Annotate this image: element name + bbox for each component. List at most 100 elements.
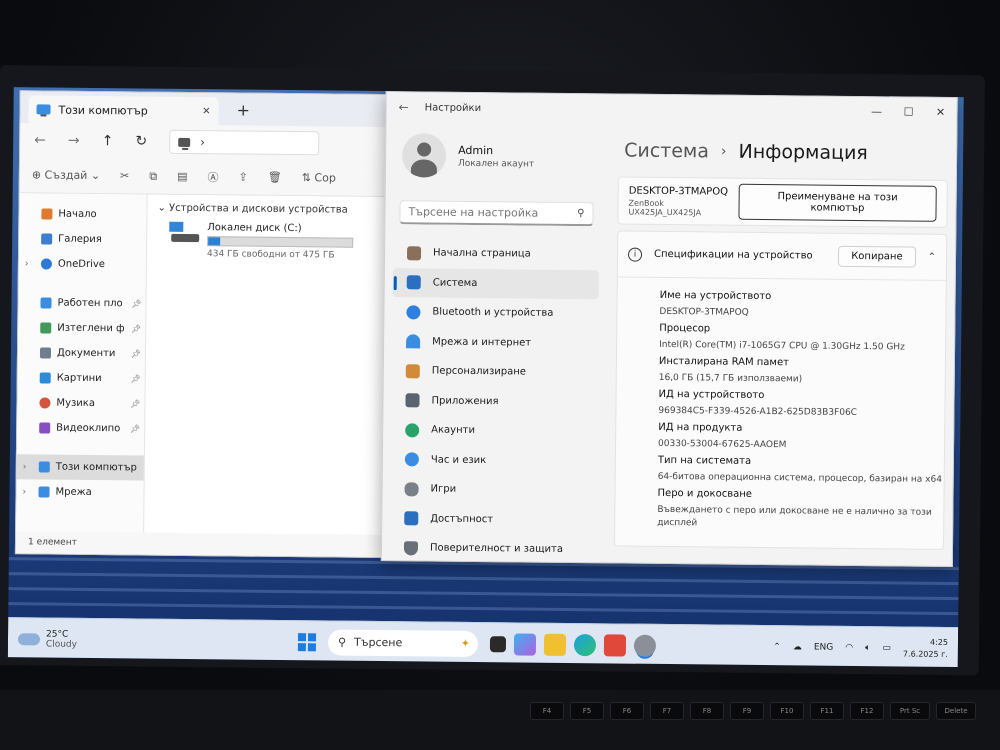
settings-gear-icon[interactable] <box>633 634 657 657</box>
shield-icon <box>403 541 419 556</box>
address-chevron-icon[interactable]: › <box>200 135 205 149</box>
drive-info: Локален диск (C:) 434 ГБ свободни от 475… <box>207 222 355 261</box>
chevron-right-icon[interactable]: › <box>22 487 26 497</box>
taskbar-search[interactable]: ⚲ Търсене ✦ <box>327 628 479 657</box>
nav-item-label: Приложения <box>431 395 499 407</box>
device-specs-card: i Спецификации на устройство Копиране ⌃ … <box>613 230 948 550</box>
sidebar-item-home[interactable]: Начало <box>19 201 146 227</box>
sidebar-item-pictures[interactable]: Картини 📌︎ <box>18 365 145 391</box>
rename-icon[interactable]: Ⓐ <box>207 169 218 185</box>
sidebar-item-music[interactable]: Музика 📌︎ <box>17 390 144 416</box>
sidebar-item-label: OneDrive <box>57 258 106 271</box>
rename-pc-button[interactable]: Преименуване на този компютър <box>738 183 937 222</box>
nav-item-accounts[interactable]: Акаунти <box>391 415 597 447</box>
settings-search-input[interactable] <box>408 205 569 220</box>
nav-item-accessibility[interactable]: Достъпност <box>390 504 596 536</box>
home-icon <box>41 208 53 220</box>
address-bar[interactable]: › <box>169 129 320 156</box>
nav-item-label: Поверителност и защита <box>429 542 564 556</box>
back-icon[interactable]: ← <box>399 100 409 114</box>
refresh-icon[interactable]: ↻ <box>135 133 147 149</box>
new-button[interactable]: ⊕ Създай ⌄ <box>32 168 100 182</box>
volume-icon[interactable]: 🔈︎ <box>865 643 871 653</box>
nav-item-home[interactable]: Начална страница <box>393 238 599 270</box>
explorer-tab[interactable]: Този компютър ✕ <box>28 95 219 126</box>
nav-item-label: Мрежа и интернет <box>432 336 532 349</box>
nav-item-label: Час и език <box>430 454 487 466</box>
account-card[interactable]: Admin Локален акаунт <box>394 122 601 190</box>
minimize-icon[interactable]: — <box>860 97 892 125</box>
close-icon[interactable]: ✕ <box>924 98 956 126</box>
file-explorer-window: Този компютър ✕ + ← → ↑ ↻ › ⊕ Създай ⌄ ✂… <box>14 90 400 559</box>
settings-search-box[interactable]: ⚲ <box>399 200 594 227</box>
copy-icon[interactable]: ⧉ <box>149 169 157 183</box>
keyboard-key: F5 <box>570 702 604 720</box>
language-indicator[interactable]: ENG <box>814 642 834 652</box>
drives-group-header[interactable]: ⌄ Устройства и дискови устройства <box>157 203 387 216</box>
drive-usage-fill <box>208 237 221 246</box>
nav-item-personalization[interactable]: Персонализиране <box>392 356 598 388</box>
up-icon[interactable]: ↑ <box>102 133 114 149</box>
nav-item-system[interactable]: Система <box>392 267 599 300</box>
nav-item-gaming[interactable]: Игри <box>390 474 596 506</box>
copilot-icon[interactable] <box>513 632 537 656</box>
nav-item-bluetooth[interactable]: Bluetooth и устройства <box>392 297 598 329</box>
nav-item-time-language[interactable]: Час и език <box>391 445 597 477</box>
paste-icon[interactable]: ▤ <box>177 170 188 183</box>
search-icon[interactable]: ⚲ <box>577 208 584 219</box>
computer-icon <box>178 137 191 147</box>
keyboard-key: Prt Sc <box>890 702 930 720</box>
sidebar-item-network[interactable]: › Мрежа <box>16 479 143 505</box>
store-icon[interactable] <box>603 633 627 657</box>
breadcrumb-parent[interactable]: Система <box>624 140 709 163</box>
wallpaper-ripple <box>8 587 959 601</box>
sidebar-item-downloads[interactable]: Изтеглени ф 📌︎ <box>18 315 145 341</box>
chevron-up-icon[interactable]: ⌃ <box>773 642 781 652</box>
new-tab-icon[interactable]: + <box>236 100 250 119</box>
explorer-tab-title: Този компютър <box>58 103 148 118</box>
back-icon[interactable]: ← <box>34 132 46 148</box>
sidebar-item-this-pc[interactable]: › Този компютър <box>16 454 144 481</box>
nav-item-network[interactable]: Мрежа и интернет <box>392 327 598 359</box>
keyboard-key: F10 <box>770 702 804 720</box>
forward-icon[interactable]: → <box>68 133 80 149</box>
account-type: Локален акаунт <box>457 158 535 170</box>
windows-start-icon[interactable] <box>297 632 317 651</box>
sidebar-item-onedrive[interactable]: › OneDrive <box>19 251 146 277</box>
clock[interactable]: 4:25 7.6.2025 г. <box>903 636 948 660</box>
explorer-status-bar: 1 елемент <box>15 531 395 558</box>
chevron-up-icon[interactable]: ⌃ <box>928 252 937 263</box>
sidebar-item-desktop[interactable]: Работен пло 📌︎ <box>18 290 145 316</box>
edge-browser-icon[interactable] <box>573 633 597 656</box>
nav-item-privacy[interactable]: Поверителност и защита <box>390 533 596 565</box>
cloud-icon <box>40 258 52 270</box>
cut-icon[interactable]: ✂ <box>120 169 129 182</box>
home-icon <box>406 246 422 261</box>
file-explorer-icon[interactable] <box>543 633 567 656</box>
drive-free-space: 434 ГБ свободни от 475 ГБ <box>206 249 335 261</box>
wifi-icon[interactable]: ◠ <box>845 642 853 652</box>
sidebar-item-documents[interactable]: Документи 📌︎ <box>18 340 145 366</box>
specs-header[interactable]: i Спецификации на устройство Копиране ⌃ <box>617 231 947 281</box>
video-icon <box>39 422 51 434</box>
share-icon[interactable]: ⇪ <box>238 171 247 184</box>
nav-item-apps[interactable]: Приложения <box>391 386 597 418</box>
sidebar-item-gallery[interactable]: Галерия <box>19 226 146 252</box>
nav-item-label: Акаунти <box>431 424 476 437</box>
maximize-icon[interactable]: ☐ <box>892 97 924 125</box>
spec-value: 969384C5-F339-4526-A1B2-625D83B3F06C <box>658 405 858 418</box>
chevron-right-icon[interactable]: › <box>23 462 27 472</box>
sidebar-item-videos[interactable]: Видеоклипо 📌︎ <box>17 415 144 441</box>
explorer-nav-bar: ← → ↑ ↻ › <box>20 123 399 162</box>
sort-button[interactable]: ⇅ Сор <box>302 171 336 184</box>
chevron-right-icon[interactable]: › <box>25 259 29 269</box>
task-view-icon[interactable] <box>489 635 507 652</box>
close-tab-icon[interactable]: ✕ <box>202 106 211 117</box>
copy-button[interactable]: Копиране <box>838 245 916 268</box>
delete-icon[interactable]: 🗑︎ <box>268 171 282 184</box>
weather-widget[interactable]: 25°C Cloudy <box>8 629 298 652</box>
battery-icon[interactable]: ▭ <box>882 643 891 653</box>
person-icon <box>405 423 420 438</box>
drive-item-c[interactable]: Локален диск (C:) 434 ГБ свободни от 475… <box>157 221 387 261</box>
cloud-sync-icon[interactable]: ☁ <box>793 642 802 652</box>
